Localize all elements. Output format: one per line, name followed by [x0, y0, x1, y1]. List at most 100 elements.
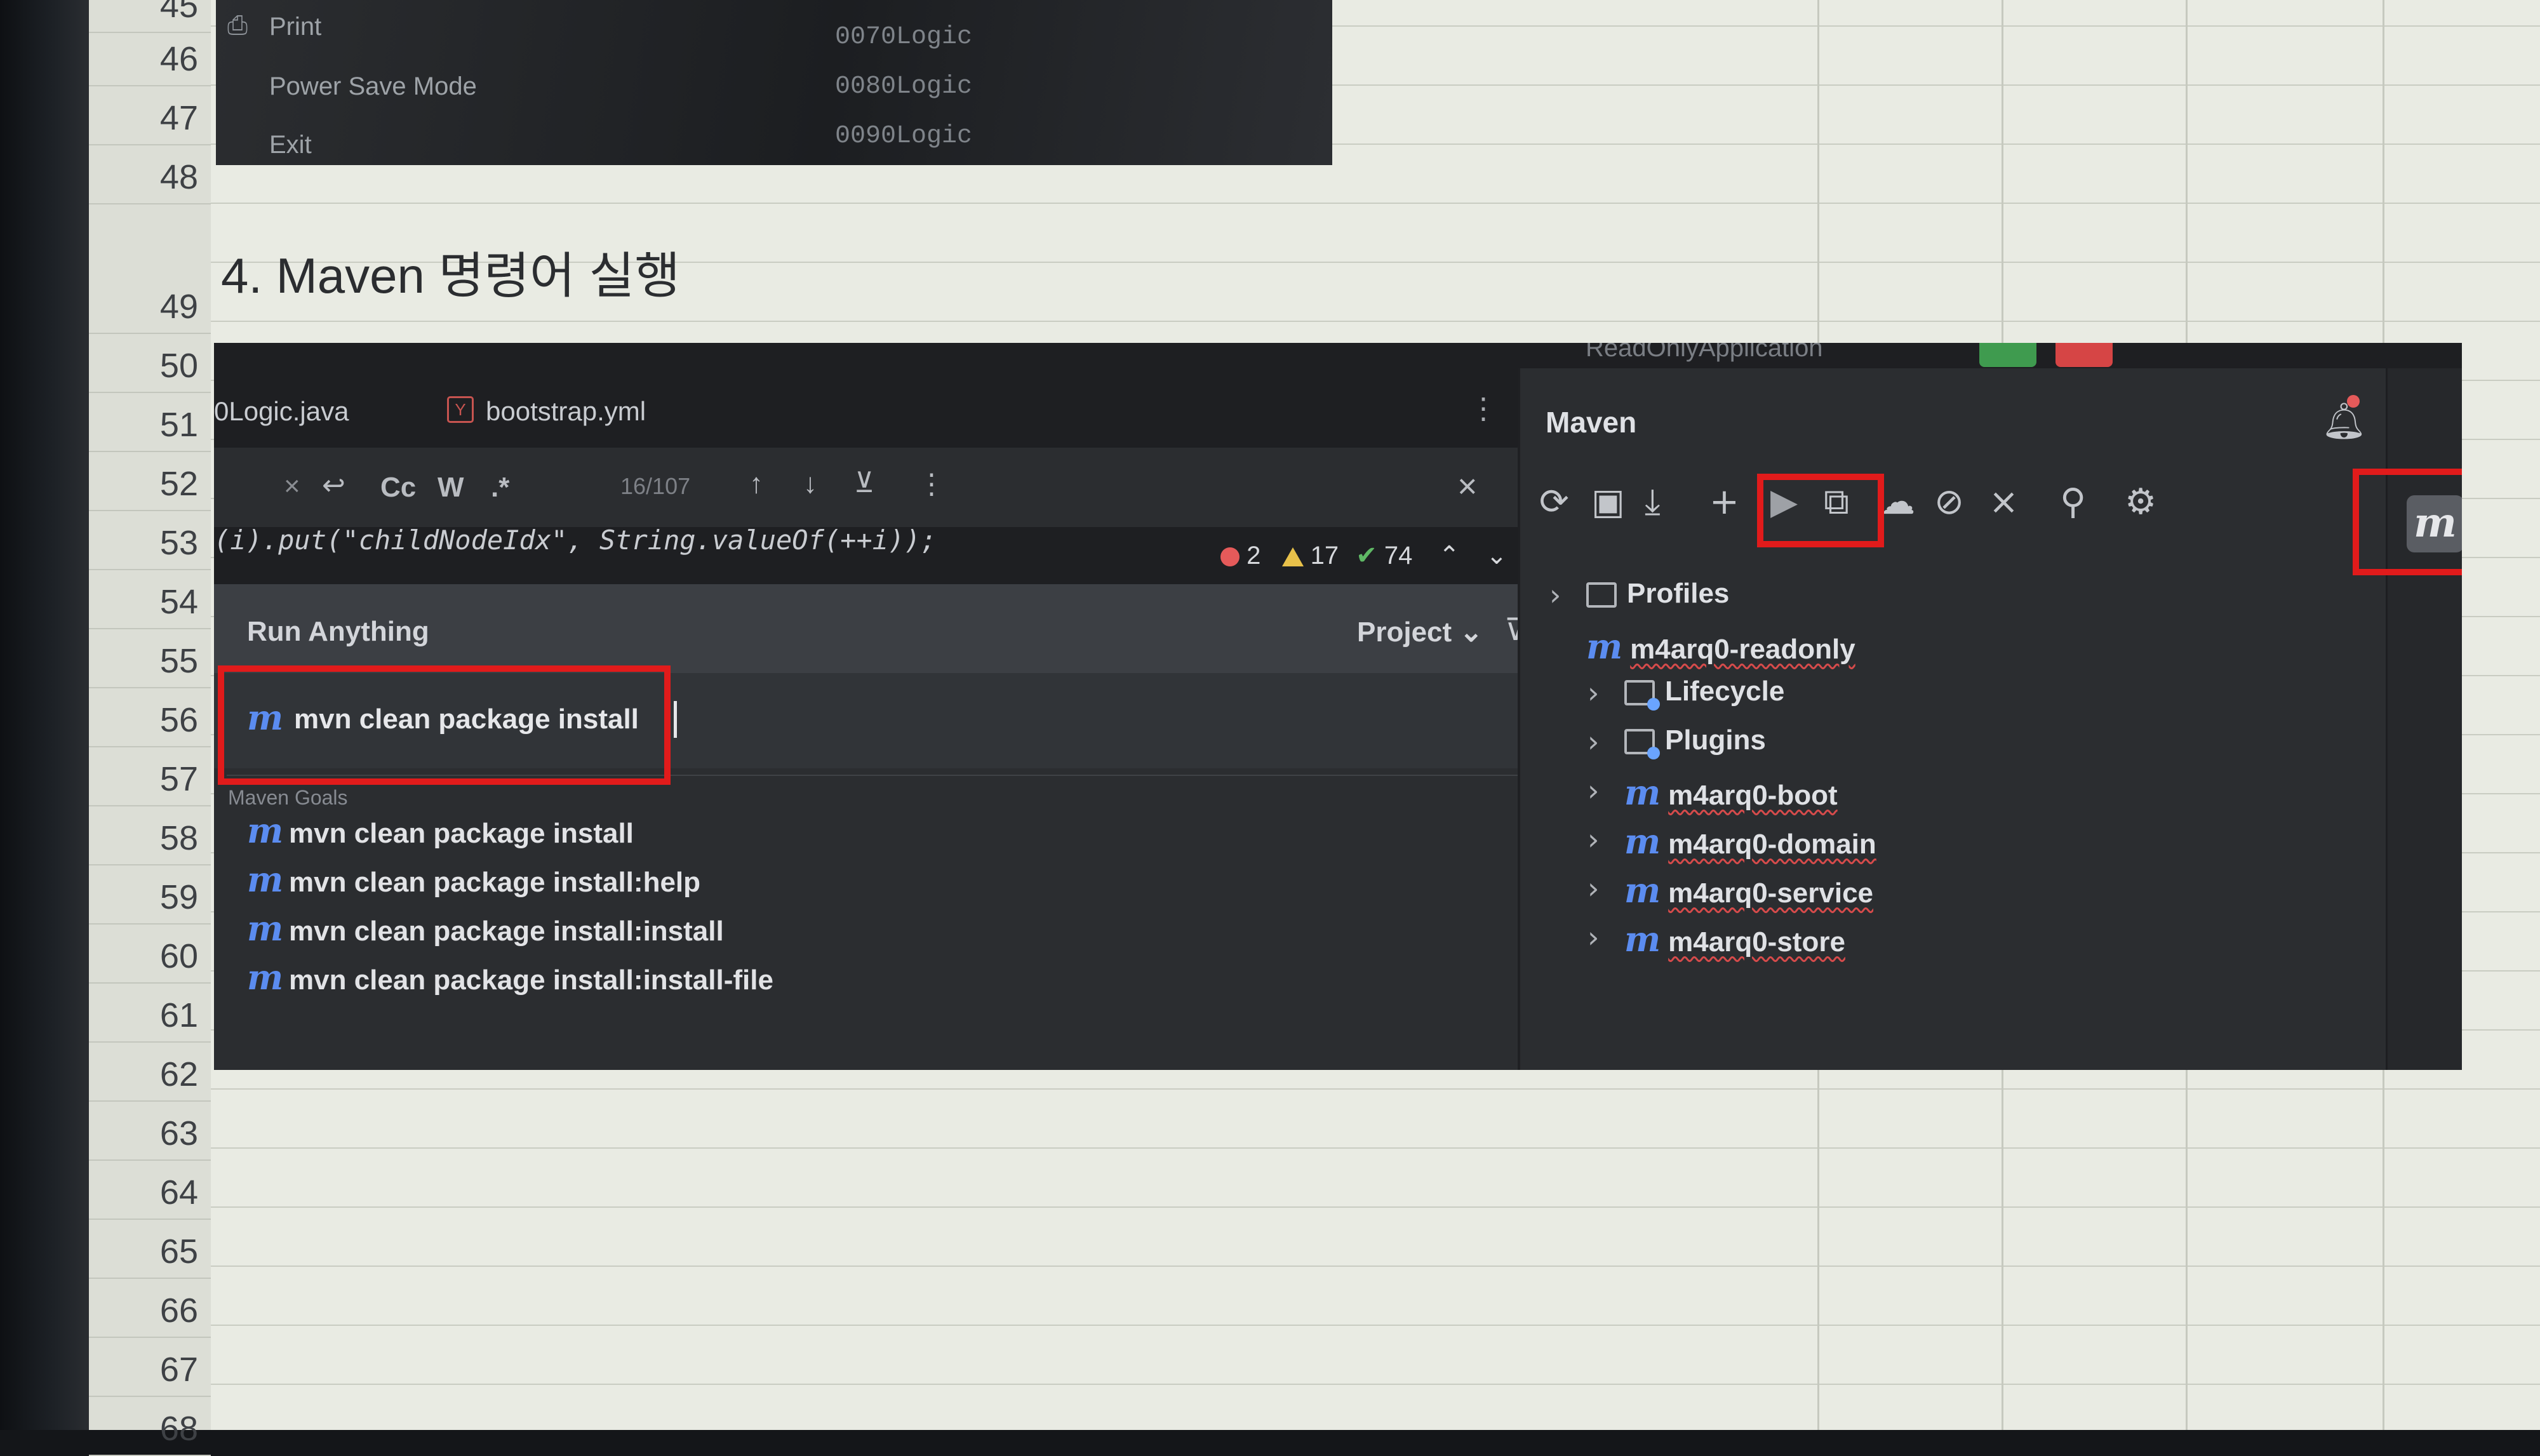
run-anything-header: Run Anything Project ⌄ ⊽: [214, 584, 1573, 673]
debug-icon[interactable]: [1979, 343, 2036, 367]
row-divider: [89, 864, 211, 865]
clear-search-icon[interactable]: ×: [284, 471, 300, 502]
filter-icon[interactable]: ⊻: [854, 467, 874, 499]
ide-title-bar: ReadOnlyApplication: [214, 343, 2462, 368]
notifications-icon[interactable]: 🔔︎: [2322, 400, 2367, 442]
menu-code: 0090Logic: [835, 122, 973, 150]
chevron-right-icon[interactable]: ›: [1588, 676, 1599, 710]
collapse-all-icon[interactable]: ⨯: [1989, 481, 2019, 523]
row-divider: [89, 1159, 211, 1161]
row-number[interactable]: 50: [89, 346, 198, 385]
previous-match-icon[interactable]: ↑: [749, 468, 763, 500]
row-number[interactable]: 63: [89, 1114, 198, 1153]
download-icon[interactable]: ⤓: [1645, 481, 1661, 523]
close-find-icon[interactable]: ×: [1457, 467, 1478, 506]
tree-item-root-module[interactable]: m m4arq0-readonly: [1586, 626, 1855, 667]
row-header: 45 46 47 48 49 50 51 52 53 54 55 56 57 58 59 60 61 62 63 64…: [89, 0, 213, 1456]
next-highlight-icon[interactable]: ⌄: [1486, 542, 1507, 570]
previous-highlight-icon[interactable]: ⌃: [1439, 542, 1460, 570]
row-number[interactable]: 64: [89, 1173, 198, 1212]
row-number[interactable]: 48: [89, 157, 198, 197]
tree-item-profiles[interactable]: Profiles: [1586, 578, 1729, 610]
row-divider: [89, 451, 211, 452]
row-number[interactable]: 60: [89, 937, 198, 976]
row-number[interactable]: 56: [89, 700, 198, 740]
add-icon[interactable]: +: [1709, 481, 1739, 523]
goal-label: mvn clean package install:help: [289, 867, 701, 898]
annotation-highlight-run: [1757, 474, 1884, 547]
row-divider: [89, 1219, 211, 1220]
reload-icon[interactable]: ⟳: [1539, 481, 1569, 523]
yaml-file-icon: Y: [447, 396, 474, 423]
notification-badge: [2347, 395, 2360, 408]
regex-button[interactable]: .*: [491, 472, 509, 504]
tab-bootstrap-yml[interactable]: bootstrap.yml: [486, 396, 646, 427]
row-number[interactable]: 53: [89, 523, 198, 563]
stop-icon[interactable]: [2055, 343, 2113, 367]
tree-item-plugins[interactable]: Plugins: [1624, 725, 1766, 760]
tree-item-module[interactable]: m m4arq0-store: [1624, 919, 1845, 959]
chevron-right-icon[interactable]: ›: [1588, 920, 1599, 954]
chevron-right-icon[interactable]: ›: [1588, 822, 1599, 857]
code-line: (i).put("childNodeIdx", String.valueOf(+…: [214, 524, 1518, 584]
match-case-button[interactable]: Cc: [380, 472, 416, 504]
tree-item-label: m4arq0-domain: [1668, 829, 1876, 860]
run-configuration[interactable]: ReadOnlyApplication: [1586, 343, 1823, 363]
row-number[interactable]: 57: [89, 759, 198, 799]
row-number[interactable]: 58: [89, 818, 198, 858]
menu-item-print: Print: [269, 13, 322, 41]
tree-item-label: m4arq0-store: [1668, 926, 1845, 958]
list-item[interactable]: m mvn clean package install:install-file: [214, 957, 1547, 1001]
chevron-right-icon[interactable]: ›: [1588, 871, 1599, 905]
list-item[interactable]: m mvn clean package install: [214, 810, 1547, 855]
printer-icon: ⎙: [227, 11, 248, 39]
tab-logic-java[interactable]: 0Logic.java: [214, 396, 349, 427]
row-number[interactable]: 45: [89, 0, 198, 25]
tree-item-lifecycle[interactable]: Lifecycle: [1624, 676, 1784, 711]
offline-mode-icon[interactable]: ☁: [1880, 481, 1915, 523]
row-number[interactable]: 47: [89, 98, 198, 138]
skip-tests-icon[interactable]: ⊘: [1934, 481, 1964, 523]
row-number[interactable]: 54: [89, 582, 198, 622]
check-icon: ✔: [1356, 542, 1377, 570]
row-number[interactable]: 62: [89, 1055, 198, 1094]
chevron-right-icon[interactable]: ›: [1588, 725, 1599, 759]
row-number[interactable]: 49: [89, 287, 198, 326]
row-divider: [89, 569, 211, 570]
row-number[interactable]: 68: [89, 1409, 198, 1448]
row-divider: [89, 1100, 211, 1102]
folder-icon: [1586, 582, 1617, 608]
settings-icon[interactable]: ⚙: [2125, 481, 2156, 523]
list-item[interactable]: m mvn clean package install:install: [214, 908, 1547, 952]
find-options-icon[interactable]: ⋮: [918, 468, 946, 500]
scope-label: Project: [1357, 617, 1452, 648]
inspection-widget[interactable]: 2 17 ✔ 74 ⌃ ⌄: [1220, 541, 1507, 570]
maven-icon: m: [247, 810, 284, 851]
monitor-bezel: [0, 0, 89, 1430]
more-tabs-icon[interactable]: ⋮: [1469, 391, 1498, 425]
row-number[interactable]: 51: [89, 405, 198, 444]
row-number[interactable]: 46: [89, 39, 198, 79]
next-match-icon[interactable]: ↓: [803, 468, 817, 500]
code-text: (i).put("childNodeIdx", String.valueOf(+…: [214, 524, 937, 556]
chevron-right-icon[interactable]: ›: [1549, 578, 1561, 612]
show-dependencies-icon[interactable]: ⚲: [2060, 481, 2086, 523]
tree-item-module[interactable]: m m4arq0-boot: [1624, 772, 1838, 813]
row-number[interactable]: 65: [89, 1232, 198, 1271]
goal-label: mvn clean package install: [289, 818, 634, 849]
chevron-right-icon[interactable]: ›: [1588, 773, 1599, 808]
row-number[interactable]: 55: [89, 641, 198, 681]
scope-dropdown[interactable]: Project ⌄: [1357, 616, 1483, 648]
tree-item-module[interactable]: m m4arq0-service: [1624, 870, 1873, 911]
row-number[interactable]: 66: [89, 1291, 198, 1330]
new-line-icon[interactable]: ↩: [322, 469, 345, 502]
tree-item-module[interactable]: m m4arq0-domain: [1624, 821, 1876, 862]
whole-words-button[interactable]: W: [438, 472, 464, 504]
list-item[interactable]: m mvn clean package install:help: [214, 859, 1547, 904]
row-number[interactable]: 67: [89, 1350, 198, 1389]
row-number[interactable]: 52: [89, 464, 198, 504]
goal-label: mvn clean package install:install-file: [289, 965, 773, 996]
generate-sources-icon[interactable]: ▣: [1591, 481, 1625, 523]
row-number[interactable]: 61: [89, 996, 198, 1035]
row-number[interactable]: 59: [89, 878, 198, 917]
